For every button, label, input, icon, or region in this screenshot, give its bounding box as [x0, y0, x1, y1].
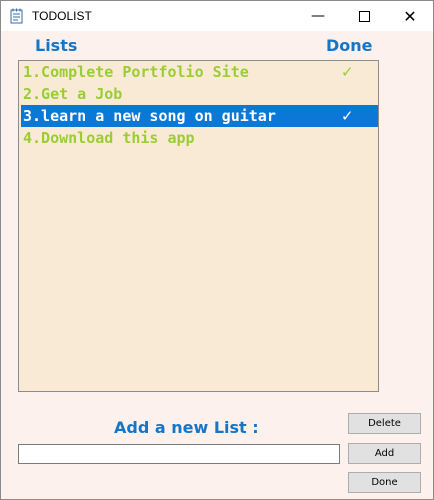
- minimize-button[interactable]: —: [295, 1, 341, 31]
- todolist-window: TODOLIST — ✕ Lists Done 1.Complete Portf…: [0, 0, 434, 500]
- add-list-label: Add a new List :: [114, 418, 259, 437]
- task-text: 3.learn a new song on guitar: [23, 107, 276, 125]
- window-title: TODOLIST: [32, 9, 92, 23]
- new-list-input[interactable]: [18, 444, 340, 464]
- maximize-button[interactable]: [341, 1, 387, 31]
- maximize-icon: [358, 10, 370, 22]
- checkmark-icon: ✓: [341, 107, 354, 125]
- task-text: 4.Download this app: [23, 129, 195, 147]
- close-icon: ✕: [403, 6, 417, 26]
- task-text: 1.Complete Portfolio Site: [23, 63, 249, 81]
- task-item[interactable]: 2.Get a Job: [21, 83, 378, 105]
- done-button[interactable]: Done: [348, 472, 421, 493]
- minimize-icon: —: [311, 8, 325, 24]
- done-header: Done: [326, 36, 373, 55]
- task-listbox[interactable]: 1.Complete Portfolio Site ✓ 2.Get a Job …: [18, 60, 379, 392]
- title-bar[interactable]: TODOLIST — ✕: [1, 1, 433, 31]
- lists-header: Lists: [35, 36, 78, 55]
- task-item[interactable]: 4.Download this app: [21, 127, 378, 149]
- checkmark-icon: ✓: [341, 63, 354, 81]
- notepad-icon: [10, 8, 23, 24]
- close-button[interactable]: ✕: [387, 1, 433, 31]
- task-item-selected[interactable]: 3.learn a new song on guitar ✓: [21, 105, 378, 127]
- delete-button[interactable]: Delete: [348, 413, 421, 434]
- task-text: 2.Get a Job: [23, 85, 123, 103]
- add-button[interactable]: Add: [348, 443, 421, 464]
- task-item[interactable]: 1.Complete Portfolio Site ✓: [21, 61, 378, 83]
